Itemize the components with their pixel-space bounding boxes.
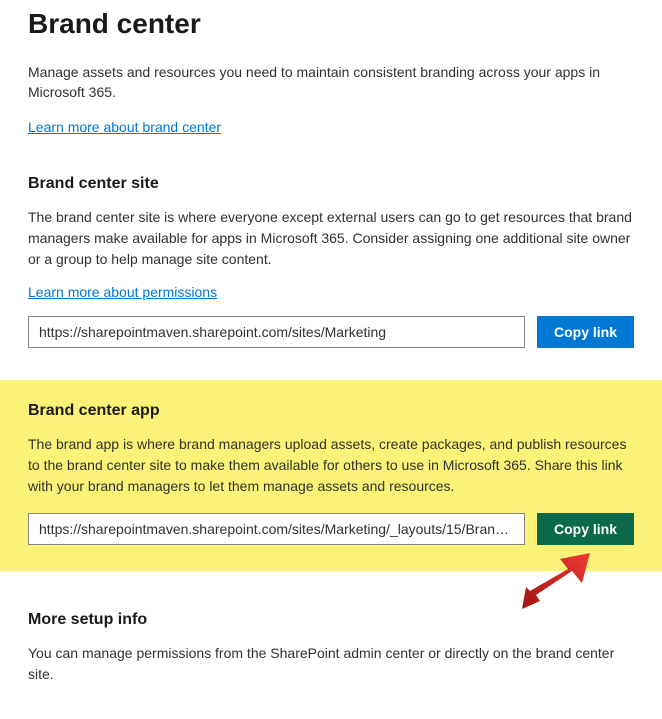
more-section-desc: You can manage permissions from the Shar…: [28, 643, 634, 685]
brand-center-site-section: Brand center site The brand center site …: [28, 175, 634, 348]
more-setup-info-section: More setup info You can manage permissio…: [28, 611, 634, 685]
learn-more-permissions-link[interactable]: Learn more about permissions: [28, 284, 217, 300]
annotation-arrow-icon: [512, 551, 592, 611]
app-section-heading: Brand center app: [28, 402, 634, 420]
brand-center-app-section: Brand center app The brand app is where …: [0, 380, 662, 571]
site-section-desc: The brand center site is where everyone …: [28, 207, 634, 270]
page-title: Brand center: [28, 8, 634, 40]
app-url-input[interactable]: [28, 513, 525, 545]
more-section-heading: More setup info: [28, 611, 634, 629]
copy-site-link-button[interactable]: Copy link: [537, 316, 634, 348]
site-section-heading: Brand center site: [28, 175, 634, 193]
copy-app-link-button[interactable]: Copy link: [537, 513, 634, 545]
learn-more-brand-center-link[interactable]: Learn more about brand center: [28, 119, 221, 135]
site-url-input[interactable]: [28, 316, 525, 348]
app-section-desc: The brand app is where brand managers up…: [28, 434, 634, 497]
page-intro: Manage assets and resources you need to …: [28, 62, 634, 103]
